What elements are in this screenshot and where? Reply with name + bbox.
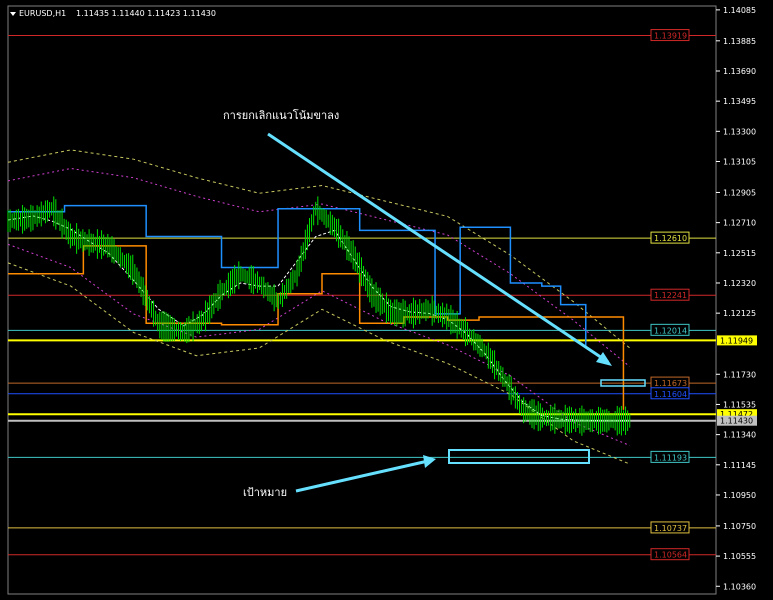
y-tick-label: 1.11535 (723, 400, 756, 409)
y-tick-label: 1.13885 (723, 37, 756, 46)
y-tick-label: 1.11340 (723, 431, 756, 440)
y-tick-label: 1.10360 (723, 582, 756, 591)
y-tick-label: 1.14085 (723, 6, 756, 15)
y-tick-label: 1.11730 (723, 370, 756, 379)
y-tick-label: 1.12125 (723, 309, 756, 318)
level-label-text: 1.10737 (654, 524, 687, 533)
y-tick-label: 1.10750 (723, 522, 756, 531)
level-label-text: 1.11673 (654, 379, 687, 388)
y-tick-label: 1.13300 (723, 127, 756, 136)
chart-ohlc: 1.11435 1.11440 1.11423 1.11430 (76, 9, 216, 18)
level-label-text: 1.12241 (654, 291, 687, 300)
level-label-text: 1.10564 (654, 551, 687, 560)
y-tick-label: 1.13495 (723, 97, 756, 106)
y-tick-label: 1.10555 (723, 552, 756, 561)
chart-symbol: EURUSD,H1 (19, 9, 66, 18)
y-tick-label: 1.12320 (723, 279, 756, 288)
y-tick-label: 1.12905 (723, 188, 756, 197)
y-tick-label: 1.10950 (723, 491, 756, 500)
level-label-text: 1.13919 (654, 32, 687, 41)
level-label-text: 1.12014 (654, 326, 687, 335)
y-tick-label: 1.13690 (723, 67, 756, 76)
price-chart[interactable]: การยกเลิกแนวโน้มขาลง เป้าหมาย EURUSD,H1 … (0, 0, 773, 600)
y-tick-label: 1.12515 (723, 249, 756, 258)
level-price-tag-text: 1.11949 (720, 336, 753, 345)
y-tick-label: 1.12710 (723, 219, 756, 228)
y-tick-label: 1.13105 (723, 158, 756, 167)
level-label-text: 1.11604 (654, 390, 687, 399)
y-tick-label: 1.11145 (723, 461, 756, 470)
level-price-tag-text: 1.11430 (720, 417, 753, 426)
level-label-text: 1.12610 (654, 234, 687, 243)
annotation-trend-break: การยกเลิกแนวโน้มขาลง (223, 108, 339, 122)
level-label-text: 1.11193 (654, 453, 687, 462)
annotation-target: เป้าหมาย (243, 486, 287, 499)
